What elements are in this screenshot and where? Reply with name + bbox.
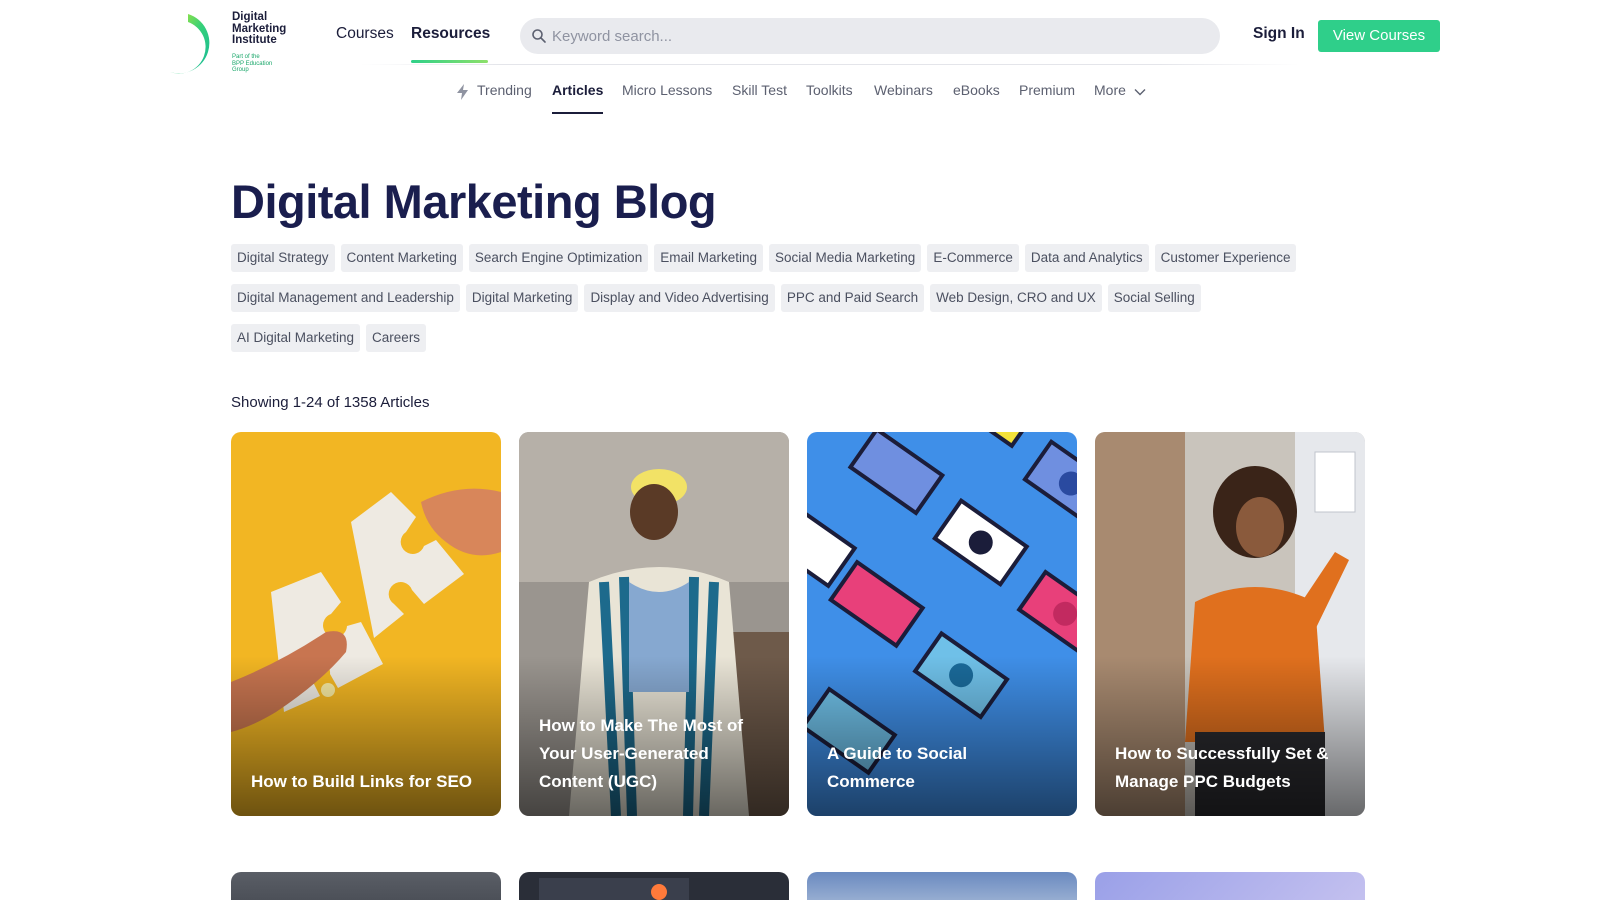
article-card[interactable]: How to Make The Most of Your User-Genera… (519, 432, 789, 816)
subnav-trending[interactable]: Trending (477, 82, 532, 98)
tag-customer-experience[interactable]: Customer Experience (1154, 244, 1297, 272)
article-card-image (539, 878, 689, 900)
chevron-down-icon[interactable] (1134, 88, 1146, 96)
article-title: A Guide to Social Commerce (827, 744, 968, 791)
search-icon (532, 29, 546, 43)
article-title: How to Make The Most of Your User-Genera… (539, 716, 743, 791)
subnav-toolkits[interactable]: Toolkits (806, 82, 853, 98)
tag-social-media-marketing[interactable]: Social Media Marketing (768, 244, 922, 272)
view-courses-button[interactable]: View Courses (1318, 20, 1440, 52)
tag-digital-management[interactable]: Digital Management and Leadership (231, 284, 460, 312)
subnav-skill-test[interactable]: Skill Test (732, 82, 787, 98)
tag-web-design[interactable]: Web Design, CRO and UX (930, 284, 1102, 312)
subnav-premium[interactable]: Premium (1019, 82, 1075, 98)
resources-subnav: Trending Articles Micro Lessons Skill Te… (0, 82, 1600, 118)
subnav-micro-lessons[interactable]: Micro Lessons (622, 82, 712, 98)
sign-in-link[interactable]: Sign In (1253, 25, 1305, 43)
tag-content-marketing[interactable]: Content Marketing (340, 244, 463, 272)
article-card[interactable]: How to Successfully Set & Manage PPC Bud… (1095, 432, 1365, 816)
tag-e-commerce[interactable]: E-Commerce (927, 244, 1019, 272)
tag-social-selling[interactable]: Social Selling (1107, 284, 1201, 312)
subnav-more[interactable]: More (1094, 82, 1126, 98)
article-card[interactable]: How to Build Links for SEO (231, 432, 501, 816)
article-card[interactable]: A Guide to Social Commerce (807, 432, 1077, 816)
subnav-articles[interactable]: Articles (552, 82, 603, 98)
tag-display-video[interactable]: Display and Video Advertising (584, 284, 775, 312)
tag-row: Digital Management and Leadership Digital… (231, 284, 1207, 312)
tag-ppc[interactable]: PPC and Paid Search (780, 284, 925, 312)
nav-resources[interactable]: Resources (411, 25, 490, 43)
tag-digital-strategy[interactable]: Digital Strategy (231, 244, 335, 272)
logo-subtext: Part of the BPP Education Group (232, 54, 273, 73)
search-bar[interactable] (520, 18, 1220, 54)
results-count: Showing 1-24 of 1358 Articles (231, 394, 430, 411)
nav-courses[interactable]: Courses (336, 25, 394, 43)
article-title: How to Successfully Set & Manage PPC Bud… (1115, 744, 1329, 791)
tag-ai-digital-marketing[interactable]: AI Digital Marketing (231, 324, 361, 352)
tag-data-analytics[interactable]: Data and Analytics (1024, 244, 1149, 272)
subnav-active-indicator (552, 112, 603, 114)
tag-careers[interactable]: Careers (366, 324, 427, 352)
dmi-logo[interactable]: Digital Marketing Institute Part of the … (164, 10, 294, 80)
tag-digital-marketing[interactable]: Digital Marketing (465, 284, 579, 312)
tag-seo[interactable]: Search Engine Optimization (468, 244, 649, 272)
article-card[interactable] (519, 872, 789, 900)
nav-active-indicator (411, 60, 488, 63)
tag-row: Digital Strategy Content Marketing Search … (231, 244, 1302, 272)
article-card[interactable] (231, 872, 501, 900)
logo-arc-icon (170, 14, 210, 74)
tag-email-marketing[interactable]: Email Marketing (654, 244, 763, 272)
tag-row: AI Digital Marketing Careers (231, 324, 432, 352)
header-divider (360, 64, 1300, 65)
article-card[interactable] (807, 872, 1077, 900)
page-title: Digital Marketing Blog (231, 175, 717, 228)
logo-wordmark: Digital Marketing Institute (232, 11, 287, 46)
subnav-ebooks[interactable]: eBooks (953, 82, 1000, 98)
search-input[interactable] (552, 18, 1192, 54)
site-header: Digital Marketing Institute Part of the … (0, 0, 1600, 74)
article-card[interactable] (1095, 872, 1365, 900)
article-title: How to Build Links for SEO (251, 772, 472, 791)
subnav-webinars[interactable]: Webinars (874, 82, 933, 98)
